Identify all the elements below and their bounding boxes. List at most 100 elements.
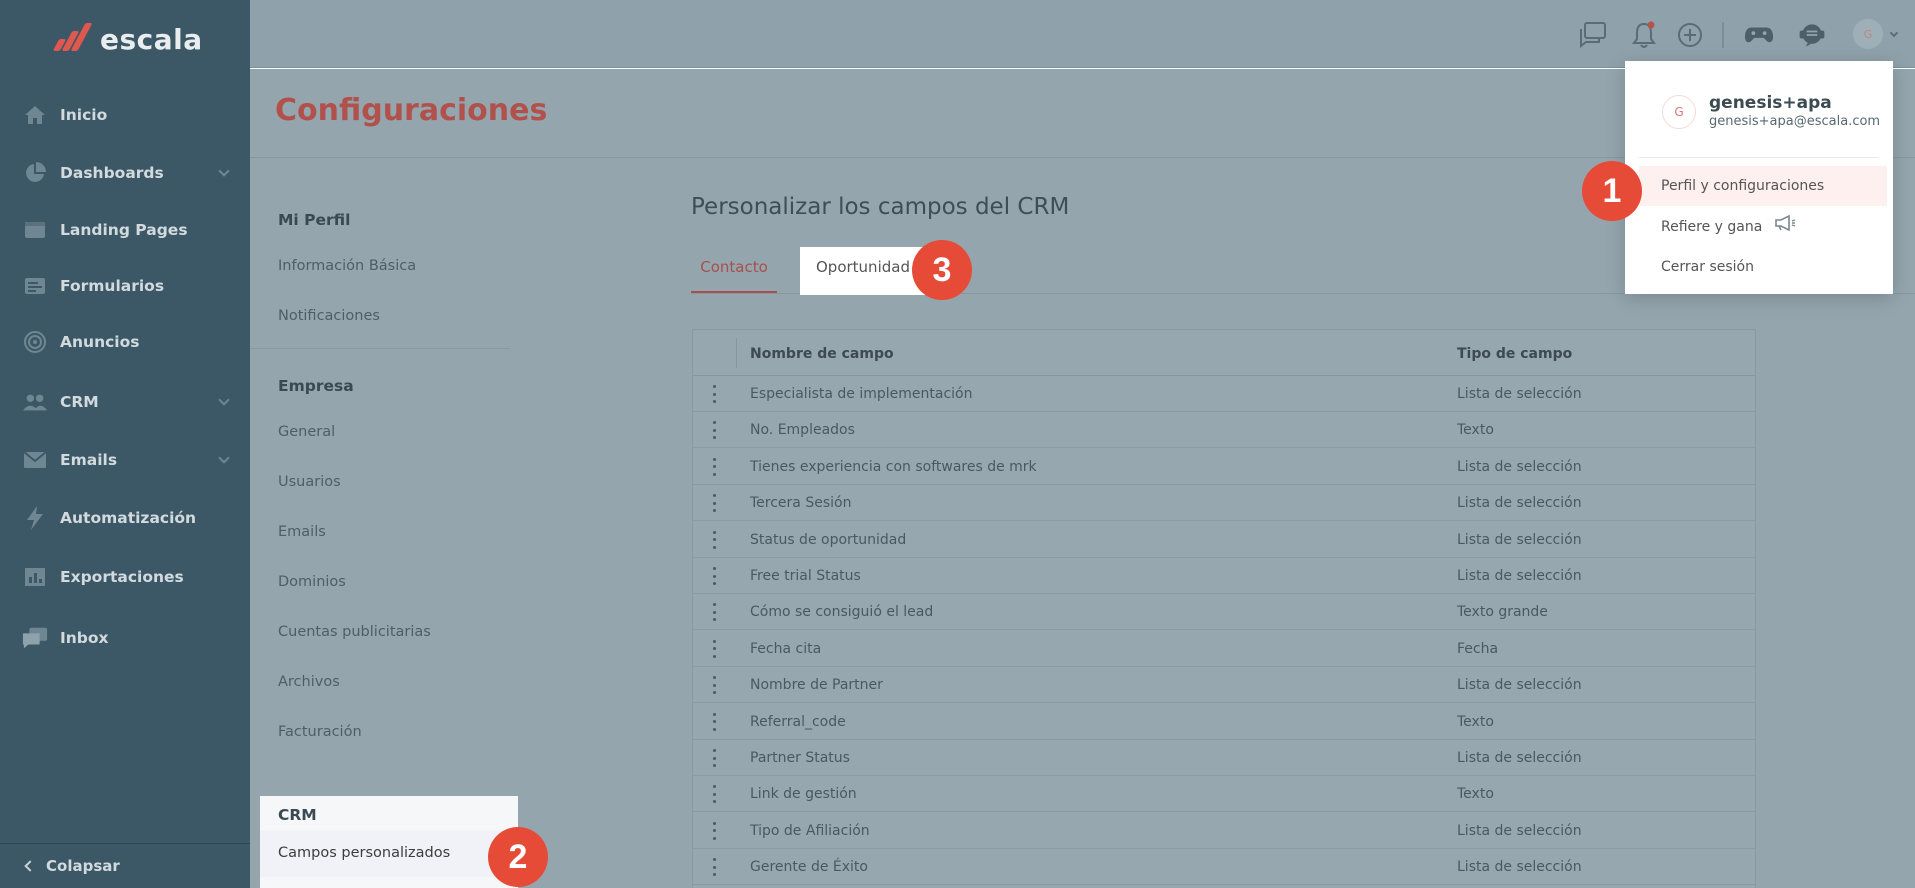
sidebar-item-inbox[interactable]: Inbox xyxy=(0,618,250,658)
row-menu-icon[interactable] xyxy=(713,494,717,513)
field-type-cell: Lista de selección xyxy=(1457,386,1582,402)
sidebar: escala Inicio Dashboards Landing Pages F… xyxy=(0,0,250,888)
row-menu-icon[interactable] xyxy=(713,385,717,403)
inbox-chat-icon xyxy=(22,627,48,649)
field-type-cell: Texto grande xyxy=(1457,604,1548,621)
field-name-cell: Fecha cita xyxy=(750,640,822,657)
sidebar-item-landing-pages[interactable]: Landing Pages xyxy=(0,210,250,250)
row-menu-icon[interactable] xyxy=(713,603,717,622)
table-row[interactable]: Link de gestión Texto xyxy=(693,776,1755,813)
home-icon xyxy=(22,104,48,126)
field-type-cell: Lista de selección xyxy=(1457,750,1582,766)
field-type-cell: Lista de selección xyxy=(1457,568,1582,584)
table-header: Nombre de campo Tipo de campo xyxy=(693,330,1755,376)
field-name-cell: Tienes experiencia con softwares de mrk xyxy=(750,458,1037,475)
table-row[interactable]: Tercera Sesión Lista de selección xyxy=(693,485,1755,522)
row-menu-icon[interactable] xyxy=(713,858,717,877)
dropdown-user-name: genesis+apa xyxy=(1709,93,1832,113)
row-menu-icon[interactable] xyxy=(713,712,717,731)
row-menu-icon[interactable] xyxy=(713,676,717,695)
settings-group-crm: CRM xyxy=(278,806,317,824)
sidebar-item-exportaciones[interactable]: Exportaciones xyxy=(0,557,250,597)
step-marker-1: 1 xyxy=(1582,161,1642,221)
export-chart-icon xyxy=(22,566,48,588)
settings-group-mi-perfil: Mi Perfil xyxy=(278,211,351,229)
sidebar-item-formularios[interactable]: Formularios xyxy=(0,266,250,306)
field-type-cell: Lista de selección xyxy=(1457,531,1582,548)
row-menu-icon[interactable] xyxy=(713,821,717,840)
target-icon xyxy=(22,331,48,353)
field-name-cell: Referral_code xyxy=(750,713,846,730)
add-circle-icon[interactable] xyxy=(1675,20,1705,50)
settings-item-archivos[interactable]: Archivos xyxy=(278,674,340,690)
row-menu-icon[interactable] xyxy=(713,639,717,658)
logo-text: escala xyxy=(100,22,203,56)
collapse-sidebar-button[interactable]: Colapsar xyxy=(0,843,250,888)
support-chat-icon[interactable] xyxy=(1797,20,1827,50)
settings-item-notificaciones[interactable]: Notificaciones xyxy=(278,308,380,324)
field-name-cell: No. Empleados xyxy=(750,422,855,439)
settings-item-campos-personalizados[interactable]: Campos personalizados xyxy=(278,845,450,861)
row-menu-icon[interactable] xyxy=(713,567,717,585)
table-row[interactable]: Cómo se consiguió el lead Texto grande xyxy=(693,594,1755,631)
chat-icon[interactable] xyxy=(1578,20,1608,50)
sidebar-item-label: Landing Pages xyxy=(60,221,188,239)
table-row[interactable]: Gerente de Éxito Lista de selección xyxy=(693,849,1755,886)
table-row[interactable]: Especialista de implementación Lista de s… xyxy=(693,376,1755,412)
settings-item-cuentas-publicitarias[interactable]: Cuentas publicitarias xyxy=(278,624,431,640)
user-avatar-button[interactable]: G xyxy=(1853,19,1883,49)
row-menu-icon[interactable] xyxy=(713,421,717,440)
field-name-cell: Free trial Status xyxy=(750,568,861,584)
row-menu-icon[interactable] xyxy=(713,530,717,549)
settings-item-emails[interactable]: Emails xyxy=(278,524,326,540)
settings-item-facturacion[interactable]: Facturación xyxy=(278,724,362,740)
sidebar-item-emails[interactable]: Emails xyxy=(0,440,250,480)
notification-bell-icon[interactable] xyxy=(1629,20,1659,50)
table-row[interactable]: Tienes experiencia con softwares de mrk L… xyxy=(693,449,1755,485)
dropdown-divider xyxy=(1639,157,1879,158)
sidebar-item-label: Anuncios xyxy=(60,333,140,351)
table-row[interactable]: Nombre de Partner Lista de selección xyxy=(693,667,1755,704)
table-row[interactable]: Partner Status Lista de selección xyxy=(693,740,1755,776)
profile-dropdown: G genesis+apa genesis+apa@escala.com Per… xyxy=(1625,61,1893,294)
step-marker-3: 3 xyxy=(912,240,972,300)
field-name-cell: Partner Status xyxy=(750,750,850,766)
sidebar-item-dashboards[interactable]: Dashboards xyxy=(0,153,250,193)
field-name-cell: Tercera Sesión xyxy=(750,495,852,512)
field-type-cell: Texto xyxy=(1457,786,1494,803)
top-bar: G xyxy=(250,0,1915,68)
gamepad-icon[interactable] xyxy=(1744,20,1774,50)
chevron-down-icon[interactable] xyxy=(1889,28,1899,38)
settings-item-usuarios[interactable]: Usuarios xyxy=(278,474,341,490)
tab-contacto[interactable]: Contacto xyxy=(691,252,777,292)
table-row[interactable]: Status de oportunidad Lista de selección xyxy=(693,522,1755,558)
chevron-down-icon xyxy=(218,394,230,406)
table-row[interactable]: Free trial Status Lista de selección xyxy=(693,558,1755,594)
sidebar-item-automatizacion[interactable]: Automatización xyxy=(0,498,250,538)
table-row[interactable]: Referral_code Texto xyxy=(693,704,1755,740)
table-row[interactable]: Fecha cita Fecha xyxy=(693,631,1755,667)
field-name-cell: Tipo de Afiliación xyxy=(750,822,870,839)
menu-item-refiere-y-gana[interactable]: Refiere y gana xyxy=(1639,207,1887,247)
row-menu-icon[interactable] xyxy=(713,785,717,804)
settings-item-informacion-basica[interactable]: Información Básica xyxy=(278,258,416,274)
menu-item-label: Cerrar sesión xyxy=(1661,259,1754,275)
sidebar-item-inicio[interactable]: Inicio xyxy=(0,95,250,135)
table-row[interactable]: No. Empleados Texto xyxy=(693,412,1755,449)
field-type-cell: Lista de selección xyxy=(1457,859,1582,876)
settings-nav: Mi Perfil Información Básica Notificacio… xyxy=(250,158,520,888)
row-menu-icon[interactable] xyxy=(713,457,717,476)
mail-icon xyxy=(22,449,48,471)
row-menu-icon[interactable] xyxy=(713,749,717,767)
sidebar-item-label: Dashboards xyxy=(60,164,164,182)
sidebar-item-anuncios[interactable]: Anuncios xyxy=(0,322,250,362)
chevron-left-icon xyxy=(24,860,36,872)
users-icon xyxy=(22,391,48,413)
sidebar-item-crm[interactable]: CRM xyxy=(0,382,250,422)
settings-item-dominios[interactable]: Dominios xyxy=(278,574,346,590)
menu-item-perfil-y-configuraciones[interactable]: Perfil y configuraciones xyxy=(1639,166,1887,206)
settings-item-general[interactable]: General xyxy=(278,424,335,440)
escala-logo[interactable]: escala xyxy=(50,22,203,56)
menu-item-cerrar-sesion[interactable]: Cerrar sesión xyxy=(1639,247,1887,287)
table-row[interactable]: Tipo de Afiliación Lista de selección xyxy=(693,813,1755,849)
